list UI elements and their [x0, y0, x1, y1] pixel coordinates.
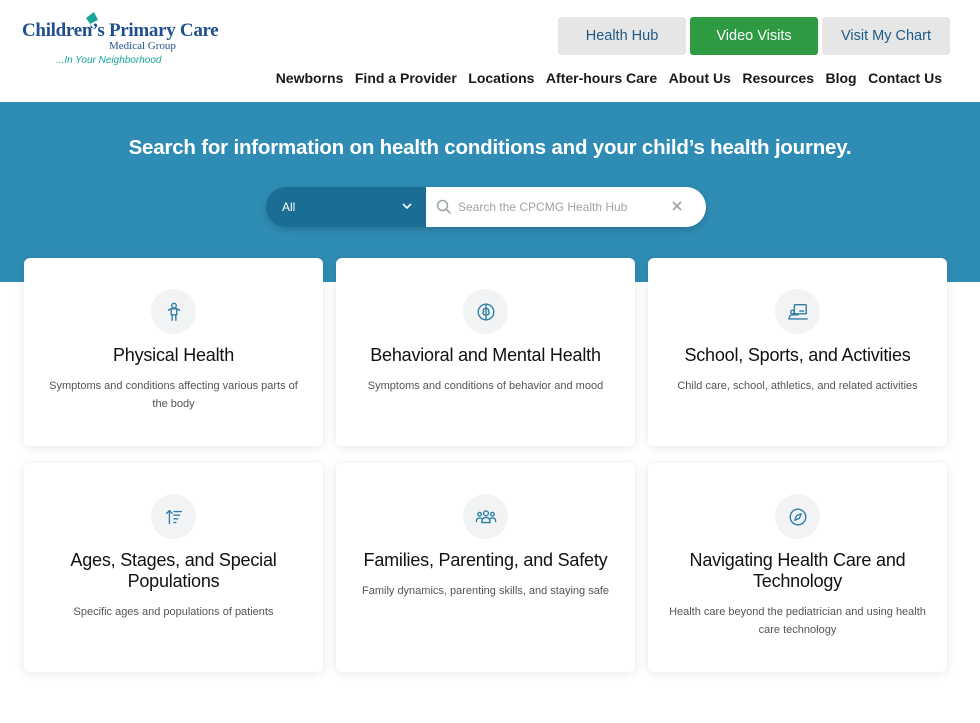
health-hub-button[interactable]: Health Hub — [558, 17, 686, 55]
nav-item-after-hours-care[interactable]: After-hours Care — [546, 70, 657, 86]
card-title: Families, Parenting, and Safety — [363, 550, 608, 570]
card-description: Family dynamics, parenting skills, and s… — [362, 585, 609, 597]
category-card-school-sports-activities[interactable]: School, Sports, and Activities Child car… — [648, 258, 947, 446]
close-icon[interactable] — [670, 199, 684, 213]
category-card-physical-health[interactable]: Physical Health Symptoms and conditions … — [24, 258, 323, 446]
card-description: Health care beyond the pediatrician and … — [669, 606, 926, 636]
compass-icon — [789, 508, 806, 525]
category-card-ages-stages[interactable]: Ages, Stages, and Special Populations Sp… — [24, 463, 323, 672]
logo-name: Children’s Primary Care — [22, 20, 219, 41]
nav-item-about-us[interactable]: About Us — [669, 70, 731, 86]
search-bar: All — [266, 187, 706, 227]
card-description: Symptoms and conditions affecting variou… — [49, 380, 298, 410]
visit-my-chart-button[interactable]: Visit My Chart — [822, 17, 950, 55]
sort-ascending-icon — [165, 509, 182, 524]
card-icon-wrap — [775, 494, 820, 539]
card-description: Symptoms and conditions of behavior and … — [367, 380, 604, 392]
logo[interactable]: Children’s Primary Care Medical Group ..… — [22, 12, 222, 72]
nav-item-resources[interactable]: Resources — [742, 70, 814, 86]
nav-item-blog[interactable]: Blog — [825, 70, 856, 86]
card-title: Navigating Health Care and Technology — [689, 550, 906, 591]
category-select-value: All — [282, 200, 296, 214]
category-card-families-parenting-safety[interactable]: Families, Parenting, and Safety Family d… — [336, 463, 635, 672]
people-group-icon — [475, 509, 496, 523]
card-title: Physical Health — [112, 345, 235, 365]
hero-title: Search for information on health conditi… — [128, 136, 852, 159]
search-field — [426, 187, 706, 227]
site-header: Children’s Primary Care Medical Group ..… — [0, 0, 980, 102]
child-body-icon — [167, 302, 180, 321]
card-icon-wrap — [151, 289, 196, 334]
card-description: Specific ages and populations of patient… — [73, 606, 274, 618]
card-title: School, Sports, and Activities — [684, 345, 911, 365]
logo-tagline: ...In Your Neighborhood — [56, 55, 162, 66]
logo-subtitle: Medical Group — [109, 40, 176, 52]
nav-item-find-a-provider[interactable]: Find a Provider — [355, 70, 457, 86]
classroom-icon — [787, 303, 808, 320]
nav-item-newborns[interactable]: Newborns — [276, 70, 344, 86]
card-icon-wrap — [151, 494, 196, 539]
search-icon — [436, 199, 452, 215]
category-card-navigating-health-care[interactable]: Navigating Health Care and Technology He… — [648, 463, 947, 672]
card-icon-wrap — [775, 289, 820, 334]
category-card-behavioral-mental-health[interactable]: Behavioral and Mental Health Symptoms an… — [336, 258, 635, 446]
hero-banner: Search for information on health conditi… — [0, 102, 980, 282]
card-icon-wrap — [463, 494, 508, 539]
brain-icon — [477, 303, 494, 320]
video-visits-button[interactable]: Video Visits — [690, 17, 818, 55]
nav-item-contact-us[interactable]: Contact Us — [868, 70, 942, 86]
card-title: Behavioral and Mental Health — [370, 345, 601, 365]
search-input[interactable] — [458, 200, 668, 214]
nav-item-locations[interactable]: Locations — [468, 70, 534, 86]
category-select[interactable]: All — [266, 187, 426, 227]
card-icon-wrap — [463, 289, 508, 334]
chevron-down-icon — [402, 203, 412, 210]
card-description: Child care, school, athletics, and relat… — [677, 380, 918, 392]
card-title: Ages, Stages, and Special Populations — [70, 550, 277, 591]
main-nav: Newborns Find a Provider Locations After… — [264, 70, 942, 86]
